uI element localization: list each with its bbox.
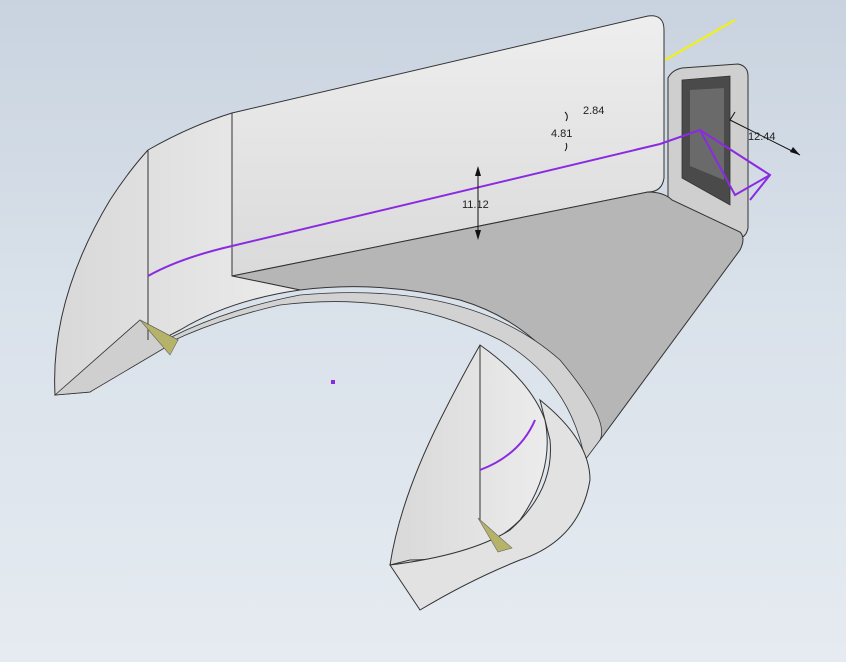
dimension-label: 11.12 (462, 199, 489, 211)
dimension-label: 2.84 (583, 105, 604, 117)
sketch-point[interactable] (331, 380, 335, 384)
model-canvas[interactable]: 11.12 2.84 4.81 12.44 (0, 0, 846, 662)
cad-3d-viewport[interactable]: 11.12 2.84 4.81 12.44 (0, 0, 846, 662)
selected-edge-line[interactable] (664, 19, 736, 61)
dimension-label: 4.81 (551, 128, 572, 140)
dimension-label: 12.44 (748, 131, 776, 143)
